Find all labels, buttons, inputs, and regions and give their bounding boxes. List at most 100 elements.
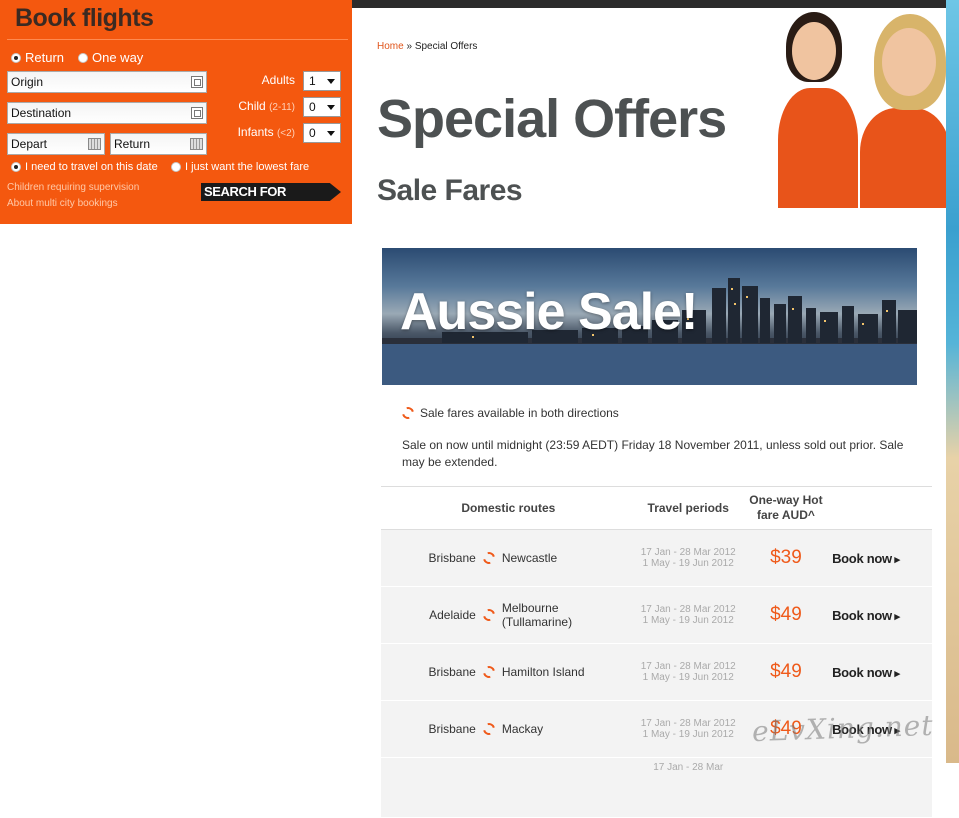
- route-from: Adelaide: [429, 608, 476, 622]
- table-row: Brisbane Newcastle 17 Jan - 28 Mar 2012 …: [381, 529, 932, 587]
- travel-period-cell: 17 Jan - 28 Mar 2012 1 May - 19 Jun 2012: [635, 700, 741, 758]
- crew-jacket-left: [778, 88, 858, 208]
- page-subtitle: Sale Fares: [377, 174, 523, 207]
- multi-city-link[interactable]: About multi city bookings: [7, 198, 118, 209]
- radio-icon[interactable]: [171, 162, 181, 172]
- calendar-icon[interactable]: [88, 138, 101, 150]
- route-from: Brisbane: [428, 665, 476, 679]
- crew-jacket-right: [860, 108, 946, 208]
- adults-select[interactable]: 1: [303, 71, 341, 91]
- sale-description: Sale on now until midnight (23:59 AEDT) …: [402, 438, 904, 469]
- route-cell: Brisbane Hamilton Island: [382, 663, 635, 681]
- divider: [7, 39, 348, 40]
- search-flights-button[interactable]: SEARCH FOR FLIGHTS: [201, 183, 341, 201]
- child-age-note: (2-11): [269, 102, 295, 113]
- breadcrumb-separator: »: [406, 41, 413, 52]
- adults-label-text: Adults: [261, 73, 295, 87]
- radio-selected-icon[interactable]: [11, 52, 21, 63]
- travel-period-cell: 17 Jan - 28 Mar 2012 1 May - 19 Jun 2012: [635, 529, 741, 587]
- return-value: Return: [114, 137, 151, 151]
- top-bar: [352, 0, 946, 8]
- infants-label: Infants (<2): [220, 125, 295, 139]
- child-label: Child (2-11): [220, 99, 295, 113]
- header-action: [831, 486, 932, 530]
- child-select[interactable]: 0: [303, 97, 341, 117]
- travel-on-date-option[interactable]: I need to travel on this date: [11, 161, 158, 173]
- breadcrumb: Home » Special Offers: [377, 41, 477, 52]
- depart-date-field[interactable]: Depart: [7, 133, 105, 155]
- depart-value: Depart: [11, 137, 48, 151]
- background-beach-image: [946, 0, 959, 763]
- table-header-row: Domestic routes Travel periods One-way H…: [381, 486, 932, 530]
- adults-label: Adults: [230, 73, 295, 87]
- return-arrows-icon: [399, 404, 417, 422]
- fare-price: $49: [740, 643, 832, 701]
- route-cell: Brisbane Mackay: [382, 720, 635, 738]
- header-routes: Domestic routes: [381, 486, 636, 530]
- return-arrows-icon: [480, 663, 498, 681]
- period-2: 1 May - 19 Jun 2012: [642, 558, 734, 569]
- lowest-fare-option[interactable]: I just want the lowest fare: [171, 161, 309, 173]
- child-value: 0: [309, 100, 316, 114]
- destination-value: Destination: [11, 106, 72, 120]
- origin-value: Origin: [11, 75, 44, 89]
- return-arrows-icon: [480, 720, 498, 738]
- trip-return-option[interactable]: Return: [11, 50, 64, 65]
- trip-return-label: Return: [25, 50, 65, 65]
- airport-list-icon[interactable]: [191, 76, 203, 88]
- children-supervision-link[interactable]: Children requiring supervision: [7, 182, 139, 193]
- aussie-sale-banner[interactable]: Aussie Sale!: [382, 248, 917, 385]
- period-1: 17 Jan - 28 Mar 2012: [640, 604, 736, 615]
- infants-age-note: (<2): [276, 128, 295, 139]
- airport-list-icon[interactable]: [191, 107, 203, 119]
- book-now-button[interactable]: Book now: [832, 665, 900, 680]
- travel-on-date-label: I need to travel on this date: [25, 161, 158, 173]
- return-date-field[interactable]: Return: [110, 133, 207, 155]
- fare-price: $49: [740, 586, 832, 644]
- period-2: 1 May - 19 Jun 2012: [642, 615, 734, 626]
- destination-field[interactable]: Destination: [7, 102, 207, 124]
- period-2: 1 May - 19 Jun 2012: [642, 729, 734, 740]
- crew-photo: [770, 8, 946, 208]
- return-arrows-icon: [480, 606, 498, 624]
- header-travel-periods: Travel periods: [635, 486, 741, 530]
- period-1: 17 Jan - 28 Mar 2012: [640, 661, 736, 672]
- travel-period-cell: 17 Jan - 28 Mar: [635, 757, 741, 818]
- banner-headline: Aussie Sale!: [400, 283, 698, 341]
- infants-value: 0: [309, 126, 316, 140]
- child-label-text: Child: [238, 99, 266, 113]
- crew-face-right: [882, 28, 936, 96]
- route-cell: Brisbane Newcastle: [382, 549, 635, 567]
- origin-field[interactable]: Origin: [7, 71, 207, 93]
- book-now-button[interactable]: Book now: [832, 551, 900, 566]
- breadcrumb-home-link[interactable]: Home: [377, 41, 404, 52]
- fare-price: $39: [740, 529, 832, 587]
- crew-face-left: [792, 22, 836, 80]
- route-cell: Adelaide Melbourne (Tullamarine): [382, 601, 635, 629]
- lowest-fare-label: I just want the lowest fare: [185, 161, 310, 173]
- trip-oneway-label: One way: [92, 50, 144, 65]
- watermark: eLvXing.net: [751, 708, 935, 749]
- route-to: Hamilton Island: [501, 665, 585, 679]
- route-from: Brisbane: [428, 551, 476, 565]
- calendar-icon[interactable]: [190, 138, 203, 150]
- period-1: 17 Jan - 28 Mar 2012: [640, 718, 736, 729]
- travel-period-cell: 17 Jan - 28 Mar 2012 1 May - 19 Jun 2012: [635, 586, 741, 644]
- page-title: Special Offers: [377, 89, 727, 149]
- table-row: Adelaide Melbourne (Tullamarine) 17 Jan …: [381, 586, 932, 644]
- infants-label-text: Infants: [237, 125, 274, 139]
- adults-value: 1: [309, 74, 316, 88]
- route-to: Melbourne (Tullamarine): [501, 601, 573, 629]
- trip-oneway-option[interactable]: One way: [78, 50, 143, 65]
- book-now-button[interactable]: Book now: [832, 608, 900, 623]
- infants-select[interactable]: 0: [303, 123, 341, 143]
- route-from: Brisbane: [428, 722, 476, 736]
- radio-selected-icon[interactable]: [11, 162, 21, 172]
- breadcrumb-current: Special Offers: [414, 41, 478, 52]
- radio-icon[interactable]: [78, 52, 88, 63]
- table-row: 17 Jan - 28 Mar: [381, 757, 932, 818]
- fares-table: Domestic routes Travel periods One-way H…: [381, 486, 932, 818]
- book-flights-title: Book flights: [15, 4, 154, 32]
- both-directions-text: Sale fares available in both directions: [420, 406, 619, 420]
- route-to: Newcastle: [501, 551, 558, 565]
